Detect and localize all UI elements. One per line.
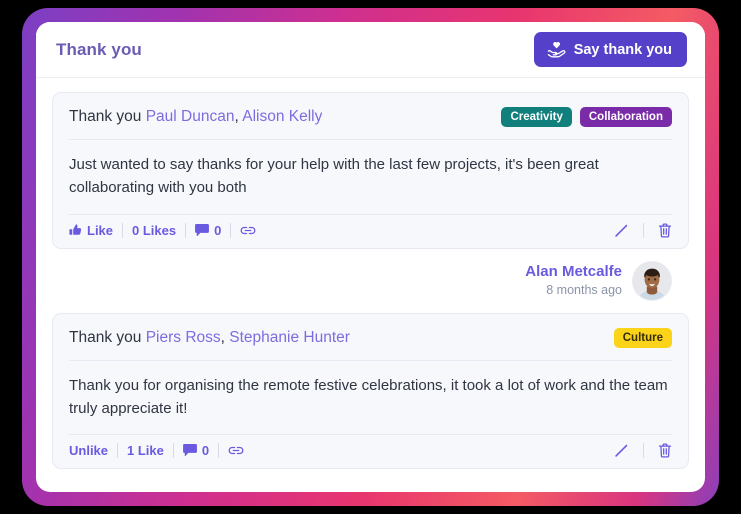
trash-icon (658, 222, 672, 238)
panel-header: Thank you Say thank you (36, 22, 705, 78)
trash-icon (658, 443, 672, 458)
tag-culture[interactable]: Culture (613, 327, 672, 348)
link-icon (240, 225, 256, 236)
say-thank-you-button[interactable]: Say thank you (533, 32, 687, 67)
recipient-separator: , (220, 328, 225, 346)
thumbs-up-icon (69, 223, 82, 237)
post-title: Thank you Paul Duncan, Alison Kelly (69, 108, 322, 126)
delete-post-button[interactable] (644, 222, 672, 238)
author-name[interactable]: Alan Metcalfe (525, 262, 622, 282)
post-actions-left: Like 0 Likes 0 (69, 222, 265, 238)
recipient-separator: , (234, 108, 239, 125)
thank-you-panel: Thank you Say thank you Thank you Paul D… (36, 22, 705, 492)
post-header: Thank you Piers Ross, Stephanie Hunter C… (69, 314, 672, 361)
post-actions: Like 0 Likes 0 (69, 213, 672, 248)
comments-count: 0 (214, 222, 222, 238)
comments-count: 0 (201, 443, 210, 459)
post-actions-right (600, 443, 672, 459)
thank-you-feed: Thank you Paul Duncan, Alison Kelly Crea… (36, 78, 705, 492)
post-title-prefix: Thank you (69, 108, 142, 125)
comments-button[interactable]: 0 (174, 443, 218, 458)
tag-collaboration[interactable]: Collaboration (579, 107, 672, 127)
post-author: Alan Metcalfe 8 months ago (52, 249, 689, 313)
post-body: Thank you for organising the remote fest… (69, 376, 668, 417)
post-header: Thank you Paul Duncan, Alison Kelly Crea… (69, 93, 672, 140)
post-card: Thank you Piers Ross, Stephanie Hunter C… (52, 312, 689, 470)
comment-icon (182, 444, 197, 457)
link-icon (228, 445, 244, 456)
avatar[interactable] (633, 261, 671, 300)
page-title: Thank you (56, 39, 142, 59)
post-title: Thank you Piers Ross, Stephanie Hunter (69, 329, 350, 347)
say-thank-you-label: Say thank you (573, 41, 672, 58)
copy-link-button[interactable] (231, 225, 265, 236)
tag-row: Creativity Collaboration (501, 107, 672, 127)
likes-count[interactable]: 1 Like (118, 443, 173, 458)
comment-icon (195, 223, 210, 237)
post-actions-left: Unlike 1 Like 0 (69, 443, 253, 459)
tag-creativity[interactable]: Creativity (501, 107, 572, 127)
like-button[interactable]: Like (69, 223, 122, 238)
author-timestamp: 8 months ago (546, 283, 622, 297)
edit-post-button[interactable] (600, 223, 643, 238)
tag-row: Culture (613, 327, 672, 348)
recipient-link[interactable]: Paul Duncan (146, 108, 235, 125)
like-label: Like (87, 222, 114, 238)
recipient-link[interactable]: Piers Ross (146, 329, 221, 346)
post-actions-right (600, 222, 672, 238)
post-body: Just wanted to say thanks for your help … (69, 156, 599, 197)
hand-holding-heart-icon (547, 41, 566, 58)
author-text: Alan Metcalfe 8 months ago (525, 262, 622, 300)
comments-button[interactable]: 0 (186, 223, 230, 238)
copy-link-button[interactable] (219, 445, 253, 456)
likes-count[interactable]: 0 Likes (123, 223, 185, 238)
recipient-link[interactable]: Alison Kelly (242, 108, 322, 125)
pencil-icon (614, 223, 629, 238)
recipient-link[interactable]: Stephanie Hunter (229, 329, 350, 346)
delete-post-button[interactable] (644, 443, 672, 458)
unlike-button[interactable]: Unlike (69, 443, 117, 458)
post-actions: Unlike 1 Like 0 (69, 434, 672, 468)
post-card: Thank you Paul Duncan, Alison Kelly Crea… (52, 92, 689, 249)
edit-post-button[interactable] (600, 443, 643, 458)
gradient-frame: Thank you Say thank you Thank you Paul D… (22, 8, 719, 506)
pencil-icon (614, 443, 629, 458)
post-title-prefix: Thank you (69, 328, 142, 346)
